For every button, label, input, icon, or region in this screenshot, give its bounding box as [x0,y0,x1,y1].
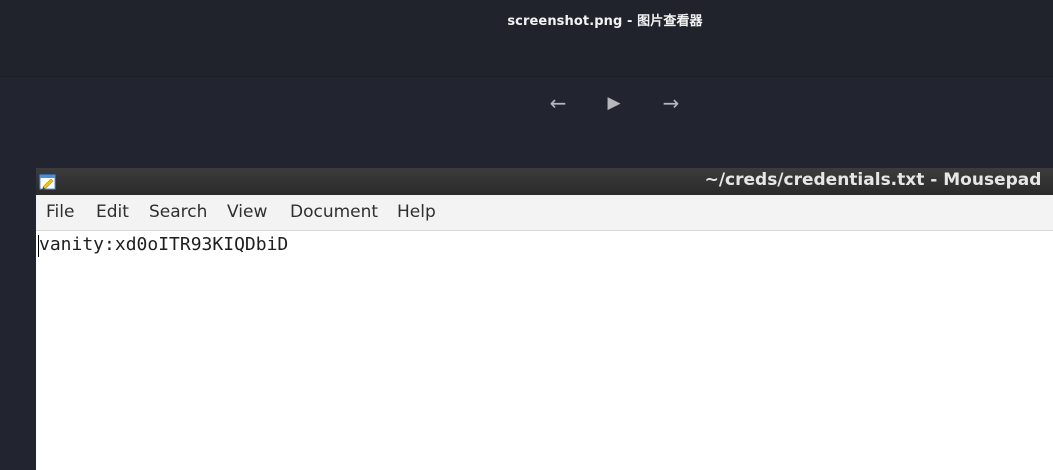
menu-view: View [227,202,268,222]
arrow-left-icon: ← [549,91,567,115]
viewer-window-title: screenshot.png - 图片查看器 [507,14,703,29]
slideshow-play-button[interactable]: ▶ [600,86,628,120]
menu-search: Search [149,202,208,222]
viewer-titlebar[interactable]: screenshot.png - 图片查看器 [0,0,1053,77]
play-icon: ▶ [607,93,621,113]
menu-document: Document [290,202,379,222]
mousepad-menubar: File Edit Search View Document Help [36,195,1053,231]
mousepad-text-area: vanity:xd0oITR93KIQDbiD [36,231,1053,470]
viewer-toolbar: ← ▶ → [0,86,1053,122]
previous-image-button[interactable]: ← [544,86,572,120]
displayed-image: ~/creds/credentials.txt - Mousepad File … [36,168,1053,470]
menu-file: File [46,202,75,222]
menu-help: Help [397,202,436,222]
menu-edit: Edit [96,202,129,222]
file-content-line: vanity:xd0oITR93KIQDbiD [39,234,289,255]
image-viewer-window: screenshot.png - 图片查看器 ← ▶ → ~/creds/cre… [0,0,1053,470]
mousepad-window-title: ~/creds/credentials.txt - Mousepad [704,170,1042,190]
mousepad-titlebar: ~/creds/credentials.txt - Mousepad [36,168,1053,196]
next-image-button[interactable]: → [657,86,685,120]
arrow-right-icon: → [662,91,680,115]
